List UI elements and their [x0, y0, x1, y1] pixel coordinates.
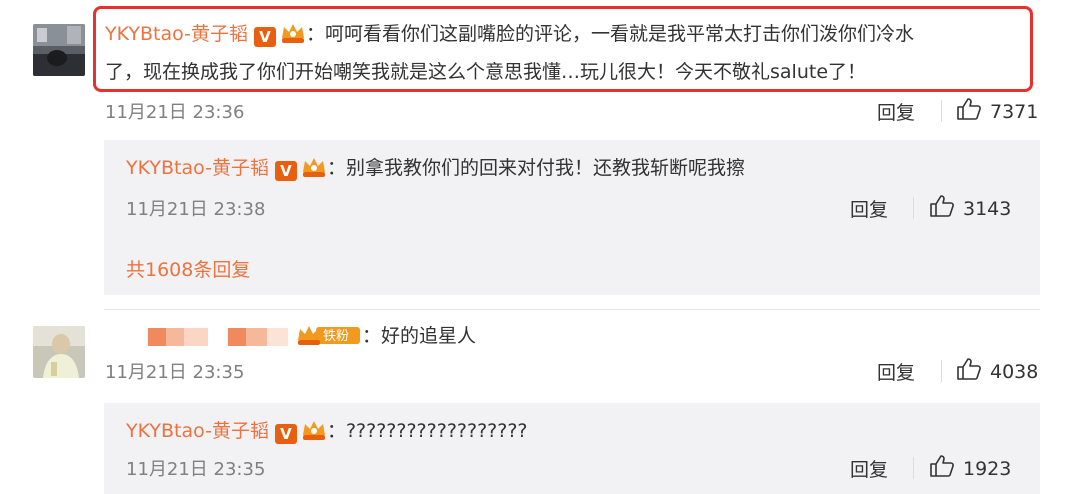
- verified-badge: V: [253, 27, 276, 47]
- reply-content: ：别拿我教你们的回来对付我！还教我斩断呢我擦: [326, 157, 745, 179]
- fan-badge: 铁粉: [296, 324, 362, 354]
- more-replies-link[interactable]: 共1608条回复: [126, 255, 250, 282]
- separator: [104, 309, 1040, 310]
- reply-button[interactable]: 回复: [877, 358, 915, 385]
- like-button[interactable]: 7371: [956, 97, 1038, 126]
- crown-icon: [280, 22, 306, 52]
- thumb-up-icon: [929, 194, 955, 223]
- reply-button[interactable]: 回复: [850, 195, 888, 222]
- like-button[interactable]: 4038: [956, 357, 1038, 386]
- comment-line-1: ：呵呵看看你们这副嘴脸的评论，一看就是我平常太打击你们泼你们冷水: [305, 23, 914, 45]
- reply-text: YKYBtao-黄子韬 V ：别拿我教你们的回来对付我！还教我斩断呢我擦: [126, 154, 745, 186]
- crown-icon: [301, 156, 327, 186]
- reply-button[interactable]: 回复: [877, 98, 915, 125]
- comment-text: YKYBtao-黄子韬 V ：呵呵看看你们这副嘴脸的评论，一看就是我平常太打击你们泼…: [105, 20, 914, 52]
- comment-text-line-2: 了，现在换成我了你们开始嘲笑我就是这么个意思我懂…玩儿很大！今天不敬礼salut…: [105, 61, 867, 83]
- like-count: 4038: [990, 360, 1039, 383]
- verified-badge: V: [274, 161, 297, 181]
- like-count: 1923: [963, 457, 1012, 480]
- avatar[interactable]: [33, 326, 85, 378]
- reply-text: YKYBtao-黄子韬 V ：??????????????????: [126, 417, 528, 449]
- divider: [941, 360, 942, 382]
- username-link[interactable]: YKYBtao-黄子韬: [105, 23, 248, 45]
- thumb-up-icon: [929, 454, 955, 483]
- divider: [913, 457, 914, 479]
- divider: [941, 100, 942, 122]
- thumb-up-icon: [956, 97, 982, 126]
- avatar[interactable]: [33, 24, 85, 76]
- divider: [913, 197, 914, 219]
- verified-badge: V: [274, 424, 297, 444]
- username-link[interactable]: YKYBtao-黄子韬: [126, 420, 269, 442]
- reply-time: 11月21日 23:38: [126, 199, 266, 220]
- redacted-username: [148, 327, 208, 346]
- username-link[interactable]: YKYBtao-黄子韬: [126, 157, 269, 179]
- redacted-username: [228, 327, 288, 346]
- comment-time: 11月21日 23:36: [105, 102, 245, 123]
- like-count: 7371: [990, 100, 1039, 123]
- reply-time: 11月21日 23:35: [126, 459, 266, 480]
- comment-time: 11月21日 23:35: [105, 362, 245, 383]
- reply-button[interactable]: 回复: [850, 455, 888, 482]
- svg-text:铁粉: 铁粉: [323, 329, 349, 344]
- thumb-up-icon: [956, 357, 982, 386]
- reply-content: ：??????????????????: [326, 420, 528, 442]
- like-count: 3143: [963, 197, 1012, 220]
- comment-text: 铁粉 ：好的追星人: [148, 322, 476, 354]
- crown-icon: [301, 419, 327, 449]
- like-button[interactable]: 1923: [929, 454, 1011, 483]
- like-button[interactable]: 3143: [929, 194, 1011, 223]
- comment-content: ：好的追星人: [362, 325, 477, 347]
